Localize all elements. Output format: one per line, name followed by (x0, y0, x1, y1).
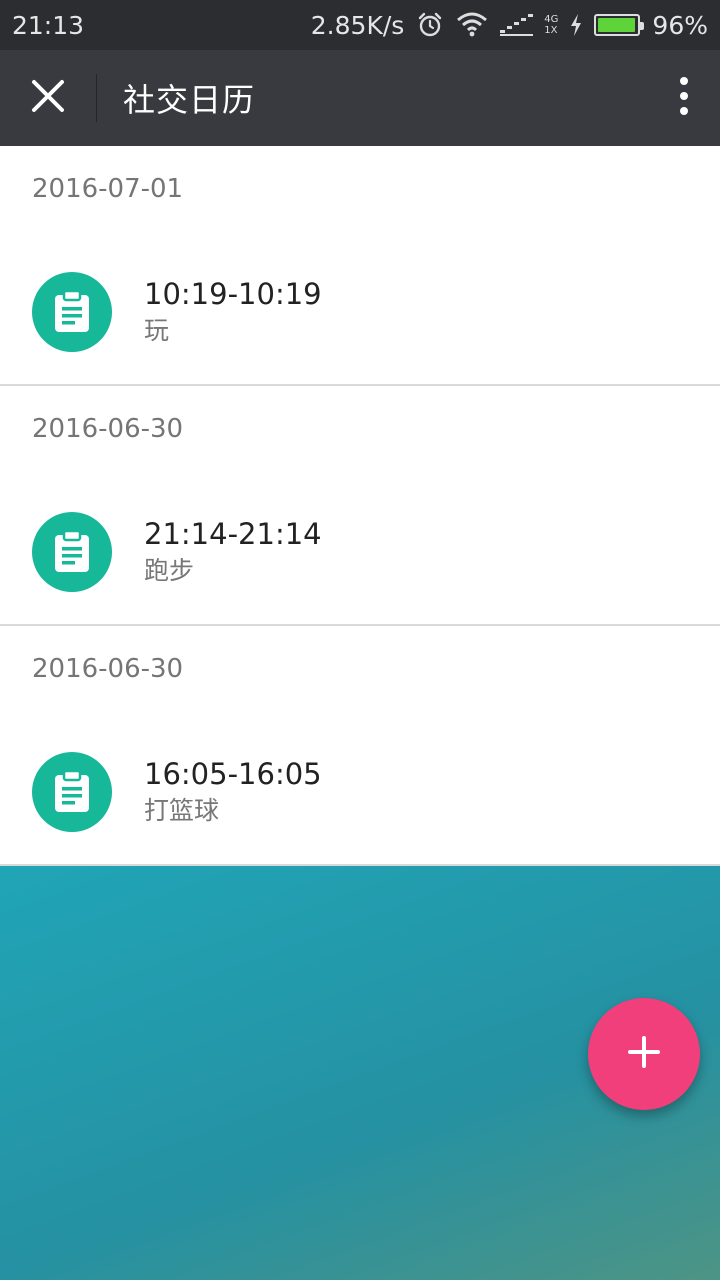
network-type-bottom: 1X (544, 25, 558, 36)
entry-card: 2016-07-01 10:19-10:19 玩 (0, 146, 720, 386)
entry-activity: 打篮球 (144, 796, 220, 825)
entry-item[interactable]: 16:05-16:05 打篮球 (32, 752, 322, 832)
more-options-button[interactable] (648, 50, 720, 146)
entry-item[interactable]: 10:19-10:19 玩 (32, 272, 322, 352)
entry-card: 2016-06-30 16:05-16:05 打篮球 (0, 626, 720, 866)
clipboard-icon (32, 272, 112, 352)
entry-date: 2016-07-01 (32, 174, 184, 204)
charging-icon (570, 14, 582, 36)
entry-time-range: 16:05-16:05 (144, 757, 322, 791)
entry-time-range: 21:14-21:14 (144, 517, 322, 551)
entry-time-range: 10:19-10:19 (144, 277, 322, 311)
entry-texts: 16:05-16:05 打篮球 (144, 756, 322, 828)
app-bar-divider (96, 74, 97, 122)
entry-card: 2016-06-30 21:14-21:14 跑步 (0, 386, 720, 626)
clipboard-icon (32, 512, 112, 592)
alarm-icon (416, 11, 444, 39)
net-speed: 2.85K/s (310, 10, 405, 40)
signal-icon (500, 14, 538, 36)
wifi-icon (456, 12, 488, 38)
clipboard-icon (32, 752, 112, 832)
status-bar: 21:13 2.85K/s 4G 1X 96% (0, 0, 720, 50)
entry-texts: 10:19-10:19 玩 (144, 276, 322, 348)
entry-date: 2016-06-30 (32, 654, 184, 684)
more-vertical-icon (679, 76, 689, 120)
status-right: 2.85K/s 4G 1X 96% (311, 11, 708, 40)
entry-date: 2016-06-30 (32, 414, 184, 444)
plus-icon (628, 1036, 660, 1072)
entry-activity: 跑步 (144, 556, 195, 585)
calendar-entry-list: 2016-07-01 10:19-10:19 玩 2016-06-30 21:1… (0, 146, 720, 866)
entry-item[interactable]: 21:14-21:14 跑步 (32, 512, 322, 592)
battery-fill (598, 18, 635, 32)
status-time: 21:13 (12, 10, 85, 40)
battery-percent: 96% (652, 10, 708, 40)
page-title: 社交日历 (123, 81, 256, 119)
network-type: 4G 1X (544, 14, 558, 36)
add-entry-button[interactable] (588, 998, 700, 1110)
entry-texts: 21:14-21:14 跑步 (144, 516, 322, 588)
app-bar: 社交日历 (0, 50, 720, 146)
network-type-top: 4G (544, 14, 559, 25)
close-icon (31, 79, 65, 117)
battery-icon (594, 14, 645, 36)
close-button[interactable] (0, 50, 96, 146)
entry-activity: 玩 (144, 316, 170, 345)
